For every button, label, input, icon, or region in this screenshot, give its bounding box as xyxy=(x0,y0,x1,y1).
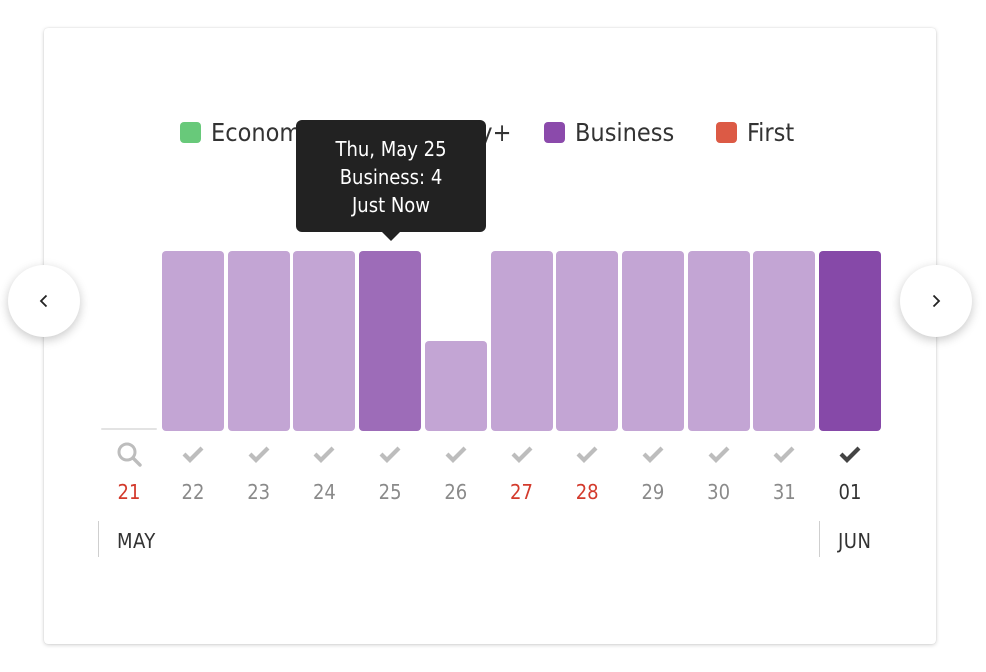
check-icon[interactable] xyxy=(442,441,470,467)
next-button[interactable] xyxy=(900,265,972,337)
tooltip-date: Thu, May 25 xyxy=(335,137,447,161)
prev-button[interactable] xyxy=(8,265,80,337)
day-label[interactable]: 23 xyxy=(239,480,279,504)
check-icon[interactable] xyxy=(245,441,273,467)
check-icon[interactable] xyxy=(639,441,667,467)
bar-may-25[interactable] xyxy=(359,251,422,431)
bar-may-22[interactable] xyxy=(162,251,224,431)
check-icon[interactable] xyxy=(508,441,536,467)
bar-may-29[interactable] xyxy=(621,251,684,431)
tooltip-arrow xyxy=(382,232,400,241)
day-label[interactable]: 01 xyxy=(830,480,870,504)
day-label[interactable]: 25 xyxy=(370,480,410,504)
month-may: MAY xyxy=(98,521,799,557)
chevron-right-icon xyxy=(932,294,941,308)
day-label[interactable]: 30 xyxy=(699,480,739,504)
day-label[interactable]: 28 xyxy=(567,480,607,504)
tooltip-value: Business: 4 xyxy=(339,165,443,189)
bar-jun-01[interactable] xyxy=(819,251,881,431)
bar-may-23[interactable] xyxy=(227,251,290,431)
bar-may-26[interactable] xyxy=(424,341,487,431)
bar-may-28[interactable] xyxy=(556,251,619,431)
search-icon[interactable] xyxy=(115,441,143,467)
bar-may-24[interactable] xyxy=(293,251,356,431)
day-label[interactable]: 29 xyxy=(633,480,673,504)
tooltip-updated: Just Now xyxy=(351,193,431,217)
empty-bar-baseline xyxy=(101,428,157,430)
check-icon[interactable] xyxy=(705,441,733,467)
day-label[interactable]: 27 xyxy=(502,480,542,504)
check-icon[interactable] xyxy=(179,441,207,467)
bar-may-31[interactable] xyxy=(753,251,816,431)
month-label: MAY xyxy=(117,529,156,553)
check-icon[interactable] xyxy=(573,441,601,467)
bar-may-27[interactable] xyxy=(490,251,553,431)
day-label[interactable]: 24 xyxy=(304,480,344,504)
check-icon[interactable] xyxy=(770,441,798,467)
check-icon[interactable] xyxy=(310,441,338,467)
check-icon[interactable] xyxy=(376,441,404,467)
day-label[interactable]: 22 xyxy=(173,480,213,504)
day-label[interactable]: 26 xyxy=(436,480,476,504)
bar-may-30[interactable] xyxy=(687,251,750,431)
day-label[interactable]: 21 xyxy=(109,480,149,504)
month-jun: JUN xyxy=(819,521,900,557)
check-icon[interactable] xyxy=(836,441,864,467)
bar-plot: 21 22 23 24 25 26 27 28 29 30 31 01 xyxy=(0,0,986,672)
chevron-left-icon xyxy=(39,294,48,308)
day-label[interactable]: 31 xyxy=(764,480,804,504)
month-label: JUN xyxy=(838,529,872,553)
bar-tooltip: Thu, May 25 Business: 4 Just Now xyxy=(296,120,486,232)
